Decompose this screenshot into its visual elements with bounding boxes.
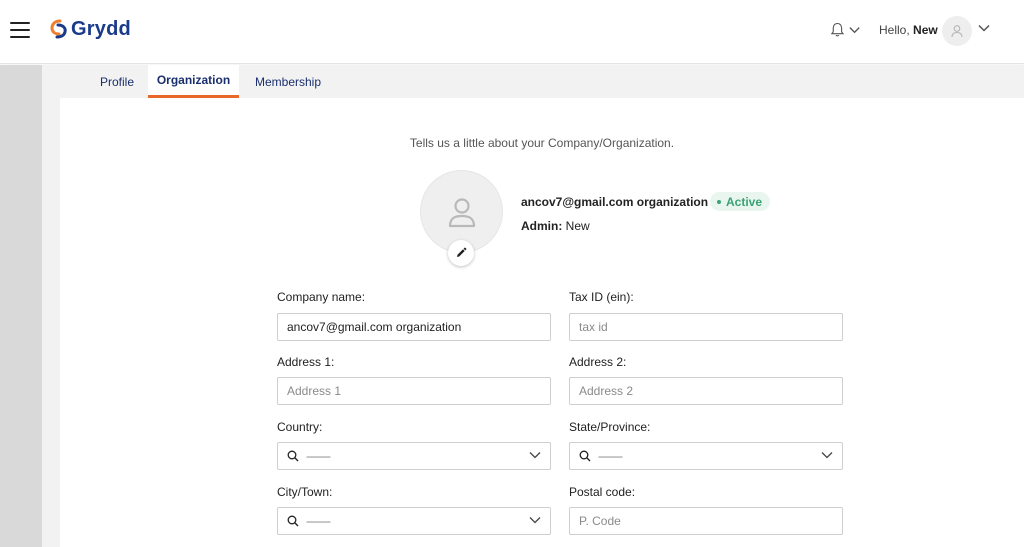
intro-text: Tells us a little about your Company/Org… [409,136,675,150]
tax-id-input[interactable] [569,313,843,341]
chevron-down-icon [529,451,541,459]
chevron-down-icon [529,516,541,524]
greeting: Hello, New [879,23,938,37]
search-icon [579,450,591,462]
state-select[interactable]: -------- [569,442,843,470]
country-label: Country: [277,420,323,434]
company-name-label: Company name: [277,290,366,304]
search-icon [287,450,299,462]
tab-profile[interactable]: Profile [88,65,146,98]
address1-input[interactable] [277,377,551,405]
user-icon [951,25,963,38]
state-select-value: -------- [598,449,623,463]
edit-avatar-button[interactable] [448,240,474,266]
address2-input[interactable] [569,377,843,405]
city-select-value: -------- [306,514,331,528]
city-select[interactable]: -------- [277,507,551,535]
country-select[interactable]: -------- [277,442,551,470]
admin-value: New [565,219,590,233]
logo[interactable]: Grydd [50,16,131,42]
admin-label: Admin: [521,219,563,233]
pencil-icon [457,247,467,257]
tax-id-label: Tax ID (ein): [569,290,634,304]
user-icon [448,197,475,227]
chevron-down-icon [821,451,833,459]
user-menu-chevron-icon[interactable] [978,24,990,32]
search-icon [287,515,299,527]
tab-organization[interactable]: Organization [148,65,239,98]
greeting-prefix: Hello, [879,23,910,37]
top-header: Grydd Hello, New [0,0,1024,64]
tab-membership[interactable]: Membership [243,65,333,98]
address1-label: Address 1: [277,355,335,369]
status-badge: Active [710,192,771,211]
status-dot-icon [717,199,721,204]
greeting-user-name: New [913,23,938,37]
user-avatar[interactable] [942,16,972,46]
logo-text: Grydd [71,17,131,40]
postal-code-label: Postal code: [569,485,636,499]
address2-label: Address 2: [569,355,627,369]
postal-code-input[interactable] [569,507,843,535]
company-name-input[interactable] [277,313,551,341]
left-sidebar-strip [0,65,42,547]
menu-icon[interactable] [10,22,30,38]
grydd-logo-icon [50,19,67,39]
notifications-button[interactable] [830,20,860,40]
organization-name: ancov7@gmail.com organization [521,195,709,209]
chevron-down-icon [849,27,860,34]
state-label: State/Province: [569,420,651,434]
status-badge-label: Active [726,194,763,209]
bell-icon [830,22,845,37]
city-label: City/Town: [277,485,333,499]
admin-info: Admin: New [521,219,590,233]
country-select-value: -------- [306,449,331,463]
